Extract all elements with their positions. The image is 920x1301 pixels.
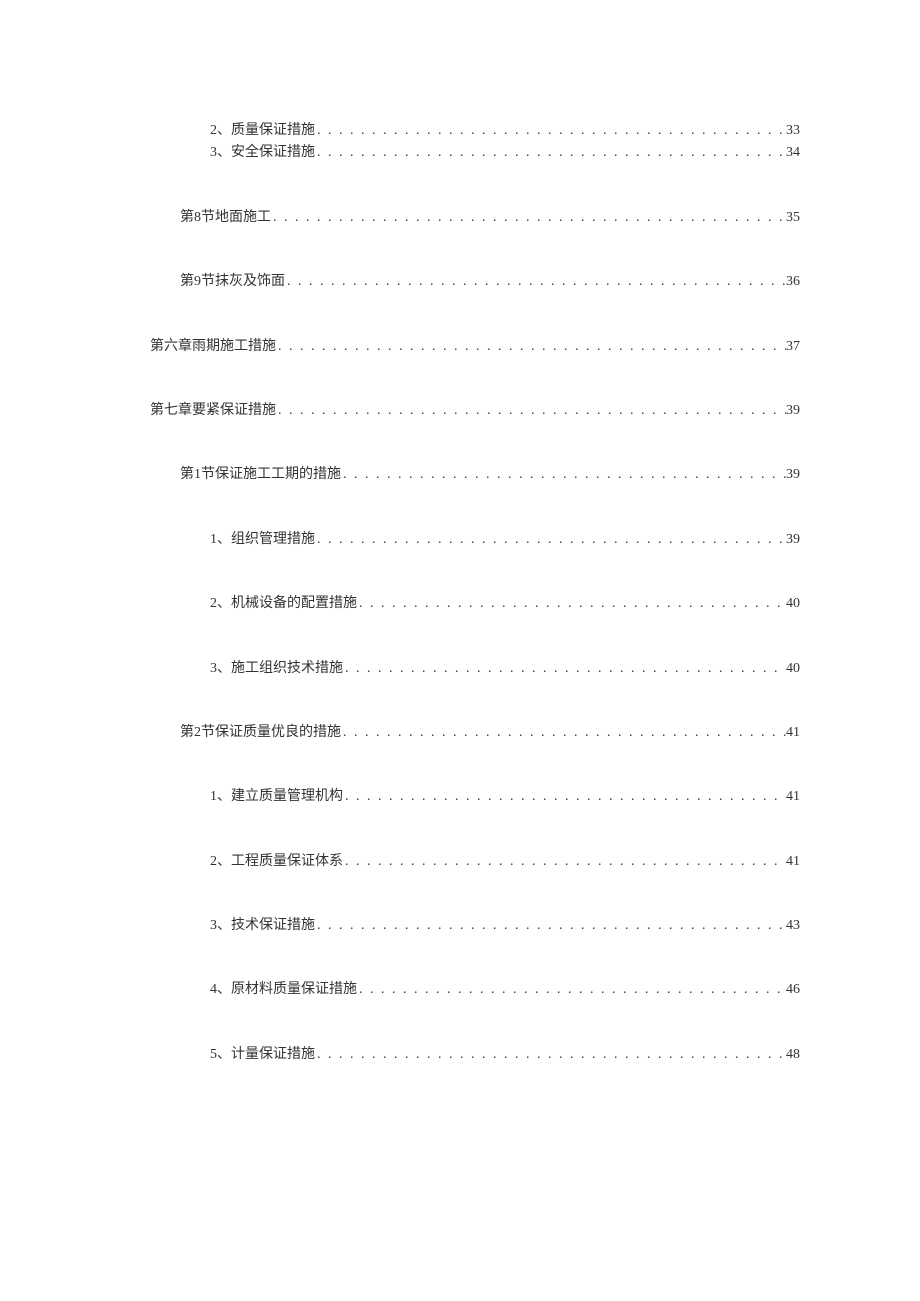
toc-page-number: 33 [786, 120, 800, 142]
toc-label: 第1节保证施工工期的措施 [180, 464, 341, 486]
toc-entry: 1、组织管理措施 39 [120, 529, 800, 551]
toc-entry: 第七章要紧保证措施 39 [120, 400, 800, 422]
toc-page-number: 48 [786, 1044, 800, 1066]
toc-label: 2、工程质量保证体系 [210, 851, 343, 873]
toc-leader-dots [315, 1044, 786, 1066]
toc-leader-dots [315, 120, 786, 142]
toc-entry: 3、安全保证措施 34 [120, 142, 800, 164]
toc-entry: 5、计量保证措施 48 [120, 1044, 800, 1066]
toc-page-number: 46 [786, 979, 800, 1001]
toc-label: 第2节保证质量优良的措施 [180, 722, 341, 744]
toc-page-number: 36 [786, 271, 800, 293]
toc-page-number: 41 [786, 851, 800, 873]
toc-leader-dots [357, 979, 786, 1001]
toc-leader-dots [343, 851, 786, 873]
toc-leader-dots [276, 336, 786, 358]
toc-page-number: 39 [786, 529, 800, 551]
toc-leader-dots [343, 786, 786, 808]
toc-leader-dots [285, 271, 786, 293]
toc-label: 第七章要紧保证措施 [150, 400, 276, 422]
toc-leader-dots [315, 915, 786, 937]
toc-page-number: 41 [786, 722, 800, 744]
toc-entry: 3、技术保证措施 43 [120, 915, 800, 937]
toc-entry: 4、原材料质量保证措施 46 [120, 979, 800, 1001]
toc-page-number: 40 [786, 658, 800, 680]
toc-label: 第六章雨期施工措施 [150, 336, 276, 358]
toc-leader-dots [315, 529, 786, 551]
toc-label: 4、原材料质量保证措施 [210, 979, 357, 1001]
toc-page-number: 37 [786, 336, 800, 358]
toc-entry: 第六章雨期施工措施 37 [120, 336, 800, 358]
toc-label: 5、计量保证措施 [210, 1044, 315, 1066]
toc-entry: 2、质量保证措施 33 [120, 120, 800, 142]
toc-label: 第9节抹灰及饰面 [180, 271, 285, 293]
toc-page-number: 39 [786, 400, 800, 422]
toc-label: 2、质量保证措施 [210, 120, 315, 142]
toc-leader-dots [271, 207, 786, 229]
toc-entry: 第9节抹灰及饰面 36 [120, 271, 800, 293]
toc-page-number: 35 [786, 207, 800, 229]
toc-label: 第8节地面施工 [180, 207, 271, 229]
toc-entry: 第2节保证质量优良的措施 41 [120, 722, 800, 744]
toc-leader-dots [341, 464, 786, 486]
toc-entry: 2、工程质量保证体系 41 [120, 851, 800, 873]
toc-leader-dots [357, 593, 786, 615]
toc-label: 1、建立质量管理机构 [210, 786, 343, 808]
toc-leader-dots [341, 722, 786, 744]
toc-page-number: 41 [786, 786, 800, 808]
toc-page-number: 43 [786, 915, 800, 937]
toc-label: 3、技术保证措施 [210, 915, 315, 937]
toc-leader-dots [315, 142, 786, 164]
toc-entry: 3、施工组织技术措施 40 [120, 658, 800, 680]
toc-page-number: 40 [786, 593, 800, 615]
toc-label: 3、安全保证措施 [210, 142, 315, 164]
toc-page-number: 34 [786, 142, 800, 164]
toc-leader-dots [343, 658, 786, 680]
toc-label: 3、施工组织技术措施 [210, 658, 343, 680]
toc-entry: 1、建立质量管理机构 41 [120, 786, 800, 808]
toc-leader-dots [276, 400, 786, 422]
table-of-contents: 2、质量保证措施333、安全保证措施34第8节地面施工35第9节抹灰及饰面36第… [120, 120, 800, 1066]
toc-entry: 2、机械设备的配置措施 40 [120, 593, 800, 615]
toc-entry: 第1节保证施工工期的措施 39 [120, 464, 800, 486]
toc-label: 1、组织管理措施 [210, 529, 315, 551]
toc-page-number: 39 [786, 464, 800, 486]
toc-entry: 第8节地面施工 35 [120, 207, 800, 229]
toc-label: 2、机械设备的配置措施 [210, 593, 357, 615]
